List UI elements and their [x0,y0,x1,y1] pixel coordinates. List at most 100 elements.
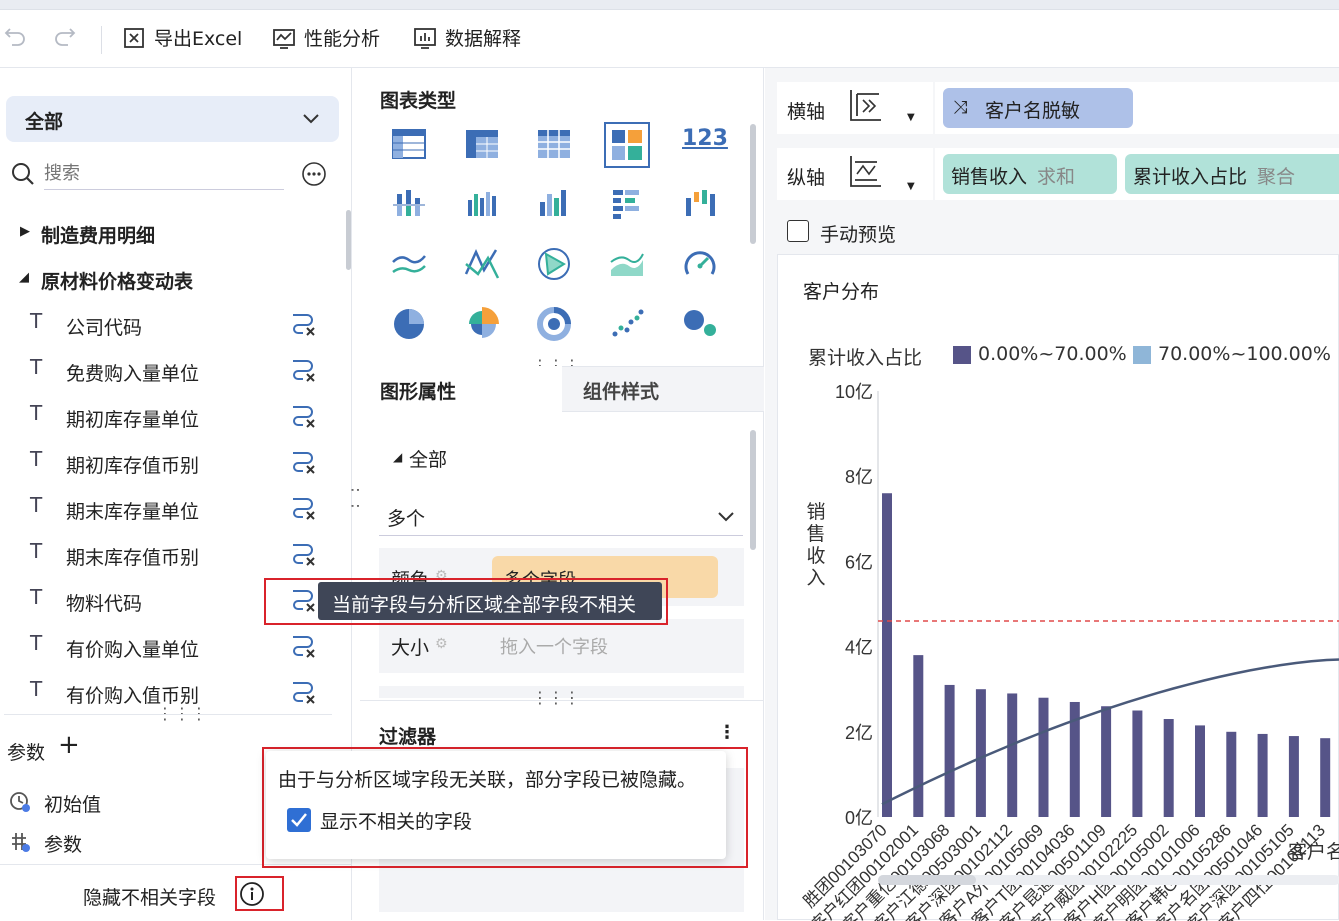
legend-label-low[interactable]: 0.00%~70.00% [978,343,1127,365]
export-excel-label: 导出Excel [154,28,243,50]
unrelated-field-icon[interactable] [289,631,317,659]
y-field-chip-cumulative[interactable]: 累计收入占比 聚合 [1125,154,1339,194]
field-item[interactable]: T 期初库存量单位 [0,393,352,437]
field-item[interactable]: T 有价购入值币别 [0,669,352,713]
unrelated-field-icon[interactable] [289,447,317,475]
x-axis-label: 横轴 [787,101,826,123]
hidden-fields-popup: 由于与分析区域字段无关联，部分字段已被隐藏。 显示不相关的字段 [266,751,726,859]
bar [1163,719,1174,817]
field-item[interactable]: T 免费购入量单位 [0,347,352,391]
area-chart-icon[interactable] [607,244,647,284]
legend-label-high[interactable]: 70.00%~100.00% [1158,343,1331,365]
caret-down-icon[interactable]: ◢ [393,450,402,464]
bar [1226,731,1237,817]
filter-title: 过滤器 [379,726,437,748]
unrelated-field-icon[interactable] [289,539,317,567]
info-icon[interactable] [239,881,265,907]
property-select[interactable]: 多个 [379,496,743,536]
dataset-select[interactable]: 全部 [6,96,339,142]
performance-analysis-button[interactable]: 性能分析 [272,24,380,51]
group-label: 原材料价格变动表 [41,271,194,293]
field-item[interactable]: T 期末库存量单位 [0,485,352,529]
all-label: 全部 [409,449,448,471]
horizontal-bar-icon[interactable] [607,184,647,224]
stacked-bar-icon[interactable] [462,184,502,224]
text-type-icon: T [30,355,43,379]
line-chart-icon[interactable] [389,244,429,284]
radar-line-icon[interactable] [462,244,502,284]
field-label: 有价购入值币别 [66,685,200,707]
y-axis-selector[interactable]: 纵轴 ▼ [777,148,933,200]
data-explain-button[interactable]: 数据解释 [413,24,521,51]
bar-chart-icon[interactable] [534,184,574,224]
rose-pie-icon[interactable] [462,304,502,344]
field-label: 有价购入量单位 [66,639,200,661]
redo-icon[interactable] [54,28,76,50]
detail-table-icon[interactable] [534,124,574,164]
bar [1288,736,1299,817]
table-chart-icon[interactable] [389,124,429,164]
property-scrollbar[interactable] [750,430,756,550]
tab-label: 组件样式 [583,381,660,403]
field-item[interactable]: T 公司代码 [0,301,352,345]
field-list-scrollbar[interactable] [346,210,351,270]
chart-type-scrollbar[interactable] [750,124,756,244]
bar [1038,697,1049,817]
param-initial-label: 初始值 [44,794,102,816]
add-param-icon[interactable]: + [58,732,80,758]
more-options-icon[interactable] [301,161,327,187]
param-item-param[interactable]: 参数 [8,828,208,858]
field-item[interactable]: T 有价购入量单位 [0,623,352,667]
y-field2-agg: 聚合 [1257,166,1296,188]
field-item[interactable]: T 期末库存值币别 [0,531,352,575]
unrelated-field-icon[interactable] [289,309,317,337]
scatter-chart-icon[interactable] [607,304,647,344]
undo-icon[interactable] [4,28,26,50]
x-axis-drop-zone[interactable]: ⤨ 客户名脱敏 [935,82,1339,134]
waterfall-icon[interactable] [680,184,720,224]
param-param-label: 参数 [44,834,83,856]
field-label: 期初库存量单位 [66,409,200,431]
y-axis-drop-zone[interactable]: 销售收入 求和 累计收入占比 聚合 [935,148,1339,200]
donut-chart-icon[interactable] [534,304,574,344]
unrelated-field-icon[interactable] [289,401,317,429]
cross-table-icon[interactable] [462,124,502,164]
kpi-number-icon[interactable]: 123 [682,126,728,151]
filter-more-icon[interactable]: ⋮ [718,722,736,743]
unrelated-field-tooltip: 当前字段与分析区域全部字段不相关 [318,582,662,620]
field-item[interactable]: T 期初库存值币别 [0,439,352,483]
field-label: 物料代码 [66,593,143,615]
search-input[interactable] [44,158,284,190]
tab-component-style[interactable]: 组件样式 [562,366,764,412]
pie-chart-icon[interactable] [389,304,429,344]
y-field-chip-sales[interactable]: 销售收入 求和 [943,154,1117,194]
radar-chart-icon[interactable] [534,244,574,284]
gauge-icon[interactable] [680,244,720,284]
show-unrelated-checkbox[interactable] [287,808,311,832]
bar [1101,706,1112,817]
unrelated-field-icon[interactable] [289,355,317,383]
x-field-chip[interactable]: ⤨ 客户名脱敏 [943,88,1133,128]
gear-icon[interactable]: ⚙ [435,636,448,652]
manual-preview-checkbox[interactable] [787,220,809,242]
size-property-row: 大小 ⚙ 拖入一个字段 [379,619,744,673]
grouped-bar-icon[interactable] [389,184,429,224]
tab-graphic-properties[interactable]: 图形属性 [360,366,562,413]
group-material-price[interactable]: ◢ 原材料价格变动表 [0,264,340,296]
chart-horizontal-scrollbar-thumb[interactable] [878,875,976,885]
data-explain-icon [414,27,436,49]
dataset-select-value: 全部 [25,111,64,133]
hash-param-icon [12,833,30,852]
text-type-icon: T [30,447,43,471]
unrelated-field-icon[interactable] [289,493,317,521]
bubble-chart-icon[interactable] [680,304,720,344]
group-manufacturing[interactable]: ▶ 制造费用明细 [0,218,340,250]
custom-chart-icon-selected[interactable] [604,122,650,168]
y-tick-label: 8亿 [845,467,873,487]
param-item-initial[interactable]: 初始值 [8,788,208,818]
size-drop-placeholder[interactable]: 拖入一个字段 [500,633,608,659]
x-axis-selector[interactable]: 横轴 ▼ [777,82,933,134]
export-excel-button[interactable]: 导出Excel [122,24,242,51]
unrelated-field-icon[interactable] [289,677,317,705]
drag-handle-icon[interactable]: ⋮⋮⋮ [532,688,580,707]
